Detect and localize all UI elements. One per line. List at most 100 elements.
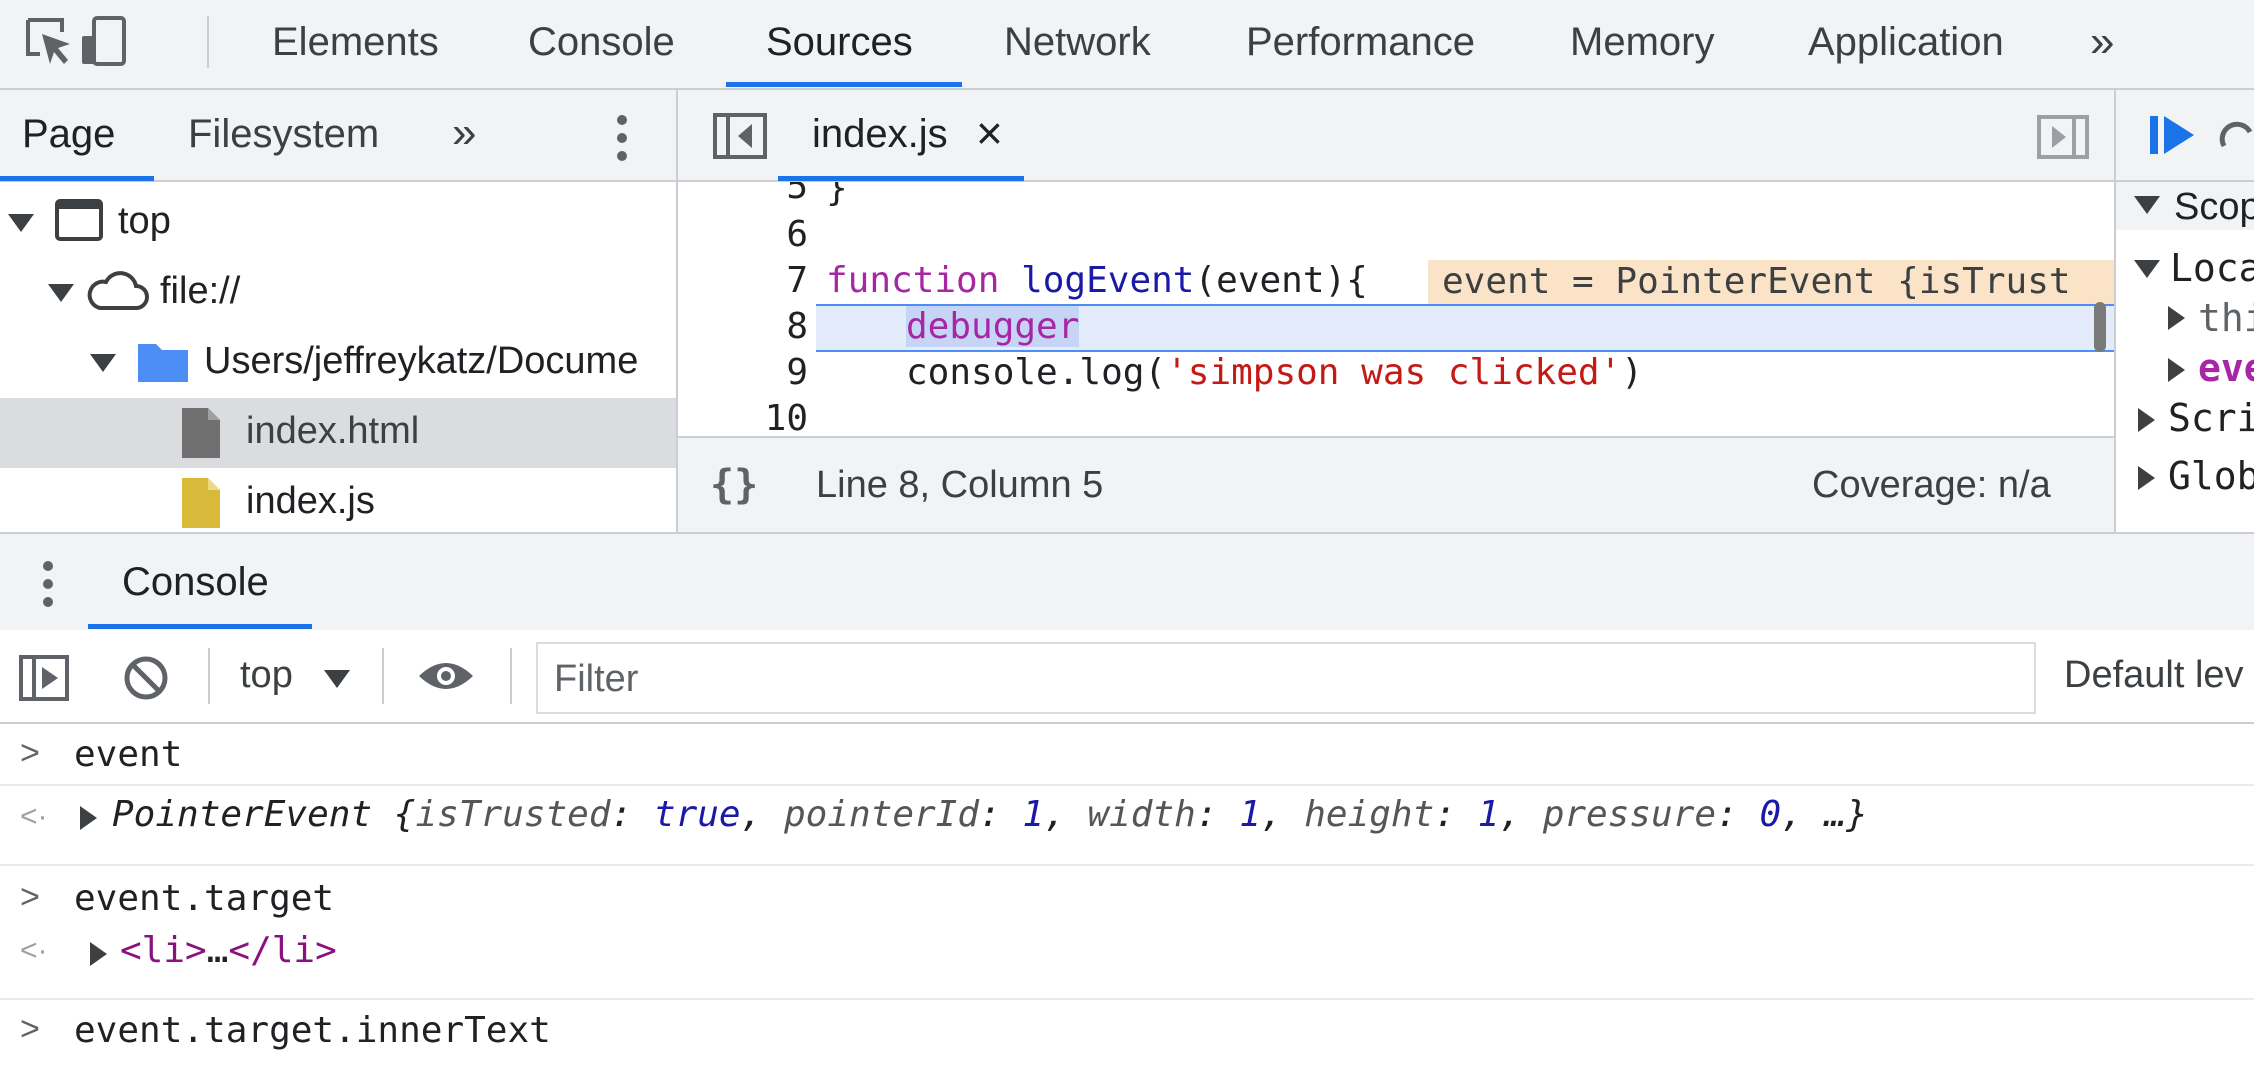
console-output-row[interactable]: <· <li>…</li> <box>0 928 2254 1000</box>
expand-arrow-icon[interactable] <box>48 284 74 302</box>
tab-performance[interactable]: Performance <box>1246 0 1475 88</box>
tab-application[interactable]: Application <box>1808 0 2004 88</box>
console-input-text: event.target.innerText <box>74 1010 551 1051</box>
toolbar-divider <box>510 648 512 704</box>
event-variable[interactable]: eve <box>2198 346 2254 390</box>
drawer-menu-icon[interactable] <box>30 558 66 610</box>
output-prompt-icon: <· <box>20 934 48 967</box>
tab-page[interactable]: Page <box>22 112 115 157</box>
tree-label: index.js <box>246 480 375 522</box>
tree-label: file:// <box>160 270 241 312</box>
tree-item-file[interactable]: file:// <box>0 258 676 328</box>
expand-arrow-icon[interactable] <box>2168 306 2185 330</box>
expand-arrow-icon[interactable] <box>90 942 107 966</box>
cursor-position: Line 8, Column 5 <box>816 464 1104 506</box>
active-drawer-tab-indicator <box>88 624 312 629</box>
toggle-navigator-icon[interactable] <box>712 112 768 160</box>
navigator-tabbar: Page Filesystem » <box>0 90 676 182</box>
property-value: 1 <box>1477 794 1500 835</box>
local-scope-label[interactable]: Loca <box>2170 246 2254 290</box>
property-value: 0 <box>1759 794 1782 835</box>
console-input-text: event.target <box>74 878 335 919</box>
element-node-preview[interactable]: <li>…</li> <box>120 930 337 971</box>
script-scope-label[interactable]: Scri <box>2168 396 2254 440</box>
clear-console-icon[interactable] <box>122 654 170 702</box>
toggle-debugger-icon[interactable] <box>2036 114 2090 160</box>
more-navigator-tabs[interactable]: » <box>452 108 476 158</box>
this-variable[interactable]: thi <box>2198 296 2254 340</box>
tab-network[interactable]: Network <box>1004 0 1151 88</box>
drawer-tab-console[interactable]: Console <box>122 560 269 605</box>
tree-item-folder[interactable]: Users/jeffreykatz/Docume <box>0 328 676 398</box>
active-tab-indicator <box>726 82 962 87</box>
tab-memory[interactable]: Memory <box>1570 0 1714 88</box>
debugger-toolbar <box>2116 90 2254 182</box>
tab-console[interactable]: Console <box>528 0 675 88</box>
show-sidebar-icon[interactable] <box>18 654 70 702</box>
more-tabs-button[interactable]: » <box>2090 0 2114 88</box>
inspect-element-icon[interactable] <box>22 14 78 70</box>
vertical-scrollbar[interactable] <box>2094 302 2106 352</box>
tree-item-index-html[interactable]: index.html <box>0 398 676 468</box>
tab-sources[interactable]: Sources <box>766 0 913 88</box>
code-line-8: debugger <box>906 304 1080 350</box>
editor-tabbar: index.js × <box>678 90 2114 182</box>
tree-label: top <box>118 200 171 242</box>
property-key: height <box>1304 794 1435 835</box>
property-value: 1 <box>1022 794 1045 835</box>
tree-label: index.html <box>246 410 420 452</box>
expand-arrow-icon[interactable] <box>2134 260 2160 278</box>
console-messages[interactable]: > event <· PointerEvent {isTrusted: true… <box>0 724 2254 1074</box>
node-ellipsis: … <box>206 930 229 971</box>
inline-variable-value[interactable]: event = PointerEvent {isTrust <box>1428 260 2114 304</box>
log-levels-dropdown[interactable]: Default lev <box>2064 654 2244 697</box>
string-token: 'simpson was clicked' <box>1166 352 1622 393</box>
open-tag: <li> <box>120 930 207 971</box>
navigator-pane: Page Filesystem » top file:// Users/jeff… <box>0 90 676 532</box>
property-key: pointerId <box>783 794 980 835</box>
toolbar-divider <box>207 16 209 68</box>
coverage-status[interactable]: Coverage: n/a <box>1812 464 2051 507</box>
console-input-row: > event.target.innerText <box>0 1000 2254 1070</box>
property-key: width <box>1087 794 1196 835</box>
live-expression-eye-icon[interactable] <box>416 656 476 696</box>
editor-tab-index-js[interactable]: index.js <box>812 112 948 157</box>
html-file-icon <box>182 408 220 458</box>
paren-token: ) <box>1621 352 1643 393</box>
expand-arrow-icon[interactable] <box>80 806 97 830</box>
scope-section-header[interactable]: Scop <box>2116 182 2254 230</box>
context-selector[interactable]: top <box>240 654 293 697</box>
kebab-menu-icon[interactable] <box>604 112 640 164</box>
code-line-5: } <box>826 182 848 209</box>
expand-arrow-icon[interactable] <box>8 214 34 232</box>
devtools-main-toolbar: Elements Console Sources Network Perform… <box>0 0 2254 90</box>
expand-arrow-icon[interactable] <box>90 354 116 372</box>
object-ellipsis: …} <box>1824 794 1868 835</box>
device-toolbar-icon[interactable] <box>76 14 132 70</box>
close-tab-icon[interactable]: × <box>976 106 1003 160</box>
output-prompt-icon: <· <box>20 800 48 833</box>
expand-arrow-icon[interactable] <box>2134 196 2160 214</box>
chevron-down-icon[interactable] <box>324 670 350 688</box>
pointer-event-preview[interactable]: PointerEvent {isTrusted: true, pointerId… <box>112 794 1868 835</box>
expand-arrow-icon[interactable] <box>2168 358 2185 382</box>
editor-pane: index.js × 5 } 6 7 function logEvent(eve… <box>678 90 2114 534</box>
resume-icon[interactable] <box>2148 112 2198 158</box>
step-over-icon[interactable] <box>2216 116 2254 156</box>
line-number: 5 <box>786 182 808 207</box>
scope-label: Scop <box>2174 186 2254 228</box>
tree-item-top[interactable]: top <box>0 188 676 258</box>
code-line-9: console.log('simpson was clicked') <box>906 350 1643 396</box>
global-scope-label[interactable]: Glob <box>2168 454 2254 498</box>
filter-input[interactable]: Filter <box>536 642 2036 714</box>
expand-arrow-icon[interactable] <box>2138 408 2155 432</box>
tree-item-index-js[interactable]: index.js <box>0 468 676 532</box>
pretty-print-button[interactable]: {} <box>710 462 758 508</box>
console-output-row[interactable]: <· PointerEvent {isTrusted: true, pointe… <box>0 790 2254 866</box>
tree-label: Users/jeffreykatz/Docume <box>204 340 639 382</box>
expand-arrow-icon[interactable] <box>2138 466 2155 490</box>
tab-filesystem[interactable]: Filesystem <box>188 112 379 157</box>
frame-icon <box>55 199 103 241</box>
property-value: true <box>653 794 741 835</box>
tab-elements[interactable]: Elements <box>272 0 439 88</box>
